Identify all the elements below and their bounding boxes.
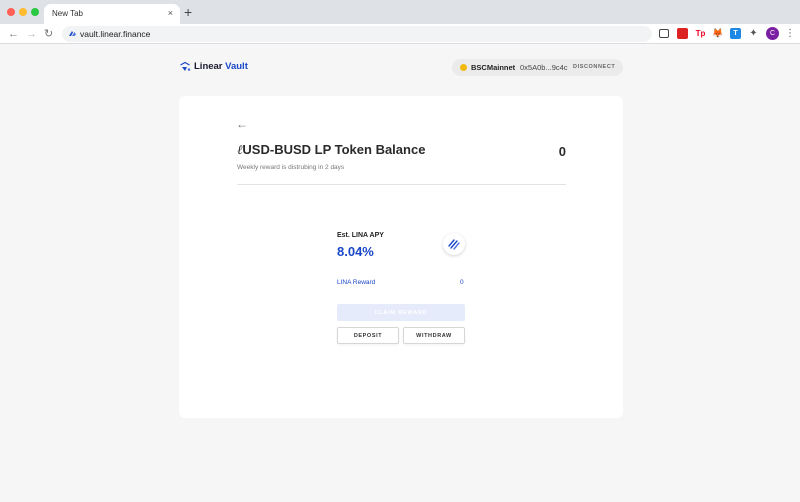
tab-title: New Tab bbox=[52, 9, 83, 18]
divider bbox=[237, 184, 566, 185]
reward-schedule-text: Weekly reward is distrubing in 2 days bbox=[237, 164, 345, 171]
token-balance: 0 bbox=[558, 144, 566, 159]
bnb-network-icon bbox=[460, 64, 467, 71]
claim-reward-button[interactable]: CLAIM REWARD bbox=[337, 304, 465, 321]
browser-tab[interactable]: New Tab × bbox=[44, 4, 180, 24]
brand-linear: Linear bbox=[194, 61, 223, 72]
url-text: vault.linear.finance bbox=[80, 29, 151, 39]
reload-button[interactable]: ↻ bbox=[44, 27, 53, 41]
page-title: ℓUSD-BUSD LP Token Balance bbox=[237, 142, 425, 158]
title-text: USD-BUSD LP Token Balance bbox=[242, 142, 426, 157]
withdraw-button[interactable]: WITHDRAW bbox=[403, 327, 465, 344]
brand-name: Linear Vault bbox=[194, 61, 248, 72]
tab-close-icon[interactable]: × bbox=[168, 8, 173, 18]
maximize-window-button[interactable] bbox=[31, 8, 39, 16]
red-extension-icon[interactable] bbox=[677, 28, 688, 39]
brand-vault: Vault bbox=[225, 61, 248, 72]
wallet-address: 0x5A0b...9c4c bbox=[520, 63, 568, 72]
minimize-window-button[interactable] bbox=[19, 8, 27, 16]
puzzle-icon[interactable]: ✦ bbox=[748, 28, 759, 39]
pool-card: ← ℓUSD-BUSD LP Token Balance 0 Weekly re… bbox=[179, 96, 623, 418]
browser-toolbar: ← → ↻ vault.linear.finance Tp 🦊 T ✦ C ⋮ bbox=[0, 24, 800, 44]
new-tab-button[interactable]: + bbox=[184, 5, 192, 19]
profile-avatar[interactable]: C bbox=[766, 27, 779, 40]
site-icon bbox=[69, 31, 76, 36]
address-bar[interactable]: vault.linear.finance bbox=[62, 26, 652, 42]
disconnect-button[interactable]: DISCONNECT bbox=[573, 64, 615, 70]
tp-extension-icon[interactable]: Tp bbox=[695, 28, 706, 39]
back-button[interactable]: ← bbox=[8, 27, 19, 41]
deposit-button[interactable]: DEPOSIT bbox=[337, 327, 399, 344]
lina-token-icon bbox=[443, 233, 465, 255]
back-arrow-icon[interactable]: ← bbox=[236, 117, 248, 131]
browser-tab-bar: New Tab × + bbox=[0, 0, 800, 24]
apy-value: 8.04% bbox=[337, 244, 374, 259]
close-window-button[interactable] bbox=[7, 8, 15, 16]
network-name: BSCMainnet bbox=[471, 63, 516, 72]
lina-reward-label: LINA Reward bbox=[337, 279, 376, 286]
browser-menu-icon[interactable]: ⋮ bbox=[785, 28, 795, 39]
apy-label: Est. LINA APY bbox=[337, 232, 384, 239]
wallet-status: BSCMainnet 0x5A0b...9c4c DISCONNECT bbox=[452, 59, 623, 76]
lina-reward-value: 0 bbox=[460, 279, 464, 286]
linear-logo-icon bbox=[180, 62, 191, 71]
forward-button[interactable]: → bbox=[26, 27, 37, 41]
screenshot-icon[interactable] bbox=[659, 29, 669, 38]
t-extension-icon[interactable]: T bbox=[730, 28, 741, 39]
metamask-icon[interactable]: 🦊 bbox=[712, 28, 723, 39]
